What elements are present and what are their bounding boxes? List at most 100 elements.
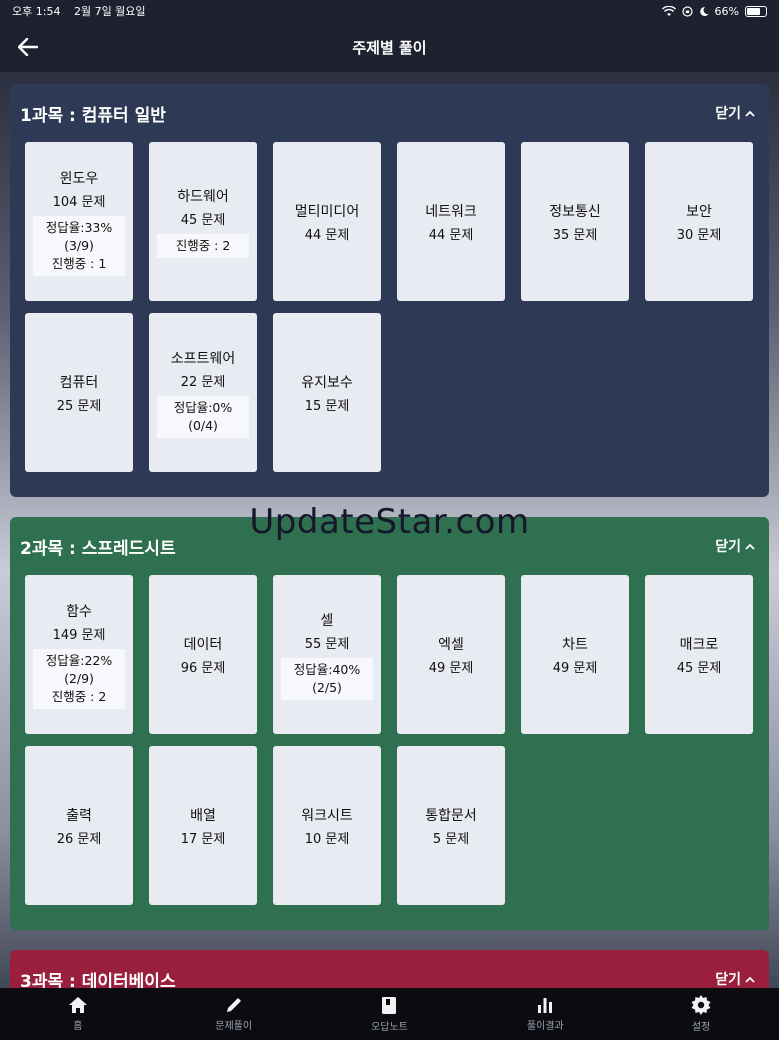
topic-progress-line: 정답율:22% — [45, 652, 113, 668]
collapse-button[interactable]: 닫기 — [715, 103, 755, 123]
topic-progress-line: (2/5) — [312, 679, 342, 695]
wifi-icon — [661, 5, 676, 16]
topic-card[interactable]: 매크로 45 문제 — [645, 575, 753, 734]
topic-progress-line: 정답율:33% — [45, 219, 113, 235]
topic-question-count: 15 문제 — [304, 398, 350, 414]
nav-label: 홈 — [73, 1021, 83, 1032]
topic-question-count: 25 문제 — [56, 398, 102, 414]
topic-card[interactable]: 소프트웨어 22 문제 정답율:0% (0/4) — [149, 313, 257, 472]
topic-progress-line: 정답율:0% — [173, 399, 233, 415]
topic-name: 함수 — [66, 603, 92, 620]
nav-results[interactable]: 풀이결과 — [467, 988, 623, 1040]
topic-card[interactable]: 출력 26 문제 — [25, 746, 133, 905]
topic-name: 출력 — [66, 807, 92, 824]
topic-card[interactable]: 하드웨어 45 문제 진행중 : 2 — [149, 142, 257, 301]
section-title: 2과목 : 스프레드시트 — [20, 538, 176, 559]
battery-icon — [745, 5, 767, 17]
topic-name: 셀 — [320, 612, 334, 629]
topic-card[interactable]: 배열 17 문제 — [149, 746, 257, 905]
topic-question-count: 44 문제 — [304, 227, 350, 243]
topic-card[interactable]: 함수 149 문제 정답율:22% (2/9) 진행중 : 2 — [25, 575, 133, 734]
topic-name: 매크로 — [679, 636, 719, 653]
topic-question-count: 55 문제 — [304, 636, 350, 652]
topic-card[interactable]: 보안 30 문제 — [645, 142, 753, 301]
topic-question-count: 45 문제 — [676, 660, 722, 676]
topic-question-count: 17 문제 — [180, 831, 226, 847]
topic-question-count: 49 문제 — [552, 660, 598, 676]
topic-card[interactable]: 윈도우 104 문제 정답율:33% (3/9) 진행중 : 1 — [25, 142, 133, 301]
topic-progress-line: 정답율:40% — [293, 661, 361, 677]
topic-progress-line: 진행중 : 2 — [51, 688, 107, 704]
app-header: 주제별 풀이 — [0, 22, 779, 72]
nav-label: 풀이결과 — [526, 1021, 564, 1032]
topic-question-count: 49 문제 — [428, 660, 474, 676]
topic-question-count: 35 문제 — [552, 227, 598, 243]
topic-progress-line: (3/9) — [64, 237, 94, 253]
topic-card[interactable]: 차트 49 문제 — [521, 575, 629, 734]
page-title: 주제별 풀이 — [352, 38, 427, 57]
collapse-label: 닫기 — [715, 539, 741, 555]
topic-question-count: 104 문제 — [52, 194, 106, 210]
topic-card[interactable]: 엑셀 49 문제 — [397, 575, 505, 734]
topic-question-count: 22 문제 — [180, 374, 226, 390]
collapse-label: 닫기 — [715, 106, 741, 122]
topic-name: 엑셀 — [438, 636, 464, 653]
topic-card[interactable]: 컴퓨터 25 문제 — [25, 313, 133, 472]
topic-question-count: 96 문제 — [180, 660, 226, 676]
topic-card[interactable]: 데이터 96 문제 — [149, 575, 257, 734]
chevron-up-icon — [745, 110, 755, 117]
topic-list[interactable]: 1과목 : 컴퓨터 일반 닫기 윈도우 104 문제정답율:33% (3/9) 진행중… — [0, 72, 779, 988]
topic-question-count: 26 문제 — [56, 831, 102, 847]
section-title: 1과목 : 컴퓨터 일반 — [20, 105, 166, 126]
topic-question-count: 5 문제 — [432, 831, 470, 847]
topic-card[interactable]: 워크시트 10 문제 — [273, 746, 381, 905]
topic-name: 정보통신 — [549, 203, 601, 220]
topic-name: 보안 — [686, 203, 712, 220]
topic-card[interactable]: 네트워크 44 문제 — [397, 142, 505, 301]
nav-settings[interactable]: 설정 — [623, 988, 779, 1040]
topic-name: 하드웨어 — [177, 188, 229, 205]
lock-rotation-icon — [681, 5, 693, 17]
topic-card[interactable]: 통합문서 5 문제 — [397, 746, 505, 905]
topic-progress-box: 정답율:40% (2/5) — [281, 657, 373, 700]
section-header: 3과목 : 데이터베이스 닫기 — [10, 950, 769, 988]
nav-label: 오답노트 — [371, 1021, 408, 1033]
topic-card[interactable]: 셀 55 문제정답율:40% (2/5) — [273, 575, 381, 734]
topic-name: 데이터 — [183, 636, 223, 653]
topic-name: 컴퓨터 — [59, 374, 99, 391]
topic-progress-line: (2/9) — [64, 670, 94, 686]
nav-practice[interactable]: 문제풀이 — [156, 988, 312, 1040]
pencil-icon — [226, 998, 241, 1012]
collapse-button[interactable]: 닫기 — [715, 969, 755, 988]
topic-name: 윈도우 — [59, 170, 99, 187]
chevron-up-icon — [745, 976, 755, 983]
status-right: 66% — [661, 4, 767, 18]
section-subject-2: 2과목 : 스프레드시트 닫기 함수 149 문제 정답율:22% (2/9) 진행중 … — [10, 517, 769, 930]
section-subject-3: 3과목 : 데이터베이스 닫기 — [10, 950, 769, 988]
collapse-label: 닫기 — [715, 972, 741, 988]
topic-card[interactable]: 멀티미디어 44 문제 — [273, 142, 381, 301]
nav-label: 설정 — [691, 1022, 711, 1033]
topic-question-count: 10 문제 — [304, 831, 350, 847]
chevron-up-icon — [745, 543, 755, 550]
topic-question-count: 30 문제 — [676, 227, 722, 243]
status-left: 오후 1:54 2월 7일 월요일 — [12, 3, 156, 19]
bottom-nav: 홈 문제풀이 오답노트 풀이결과 설정 — [0, 988, 779, 1040]
moon-icon — [699, 6, 709, 16]
topic-grid: 함수 149 문제 정답율:22% (2/9) 진행중 : 2 데이터 96 문제 셀 55 문… — [10, 575, 769, 905]
status-date: 2월 7일 월요일 — [73, 5, 146, 18]
section-header: 1과목 : 컴퓨터 일반 닫기 — [10, 84, 769, 142]
collapse-button[interactable]: 닫기 — [715, 536, 755, 556]
section-header: 2과목 : 스프레드시트 닫기 — [10, 517, 769, 575]
battery-percent: 66% — [714, 4, 739, 18]
topic-question-count: 44 문제 — [428, 227, 474, 243]
nav-wrong-notes[interactable]: 오답노트 — [312, 988, 468, 1040]
nav-home[interactable]: 홈 — [0, 988, 156, 1040]
back-button[interactable] — [14, 34, 42, 60]
topic-card[interactable]: 정보통신 35 문제 — [521, 142, 629, 301]
nav-label: 문제풀이 — [215, 1021, 253, 1032]
gear-icon — [691, 995, 711, 1015]
topic-name: 워크시트 — [301, 807, 353, 824]
topic-progress-box: 정답율:22% (2/9) 진행중 : 2 — [33, 648, 125, 709]
topic-card[interactable]: 유지보수 15 문제 — [273, 313, 381, 472]
